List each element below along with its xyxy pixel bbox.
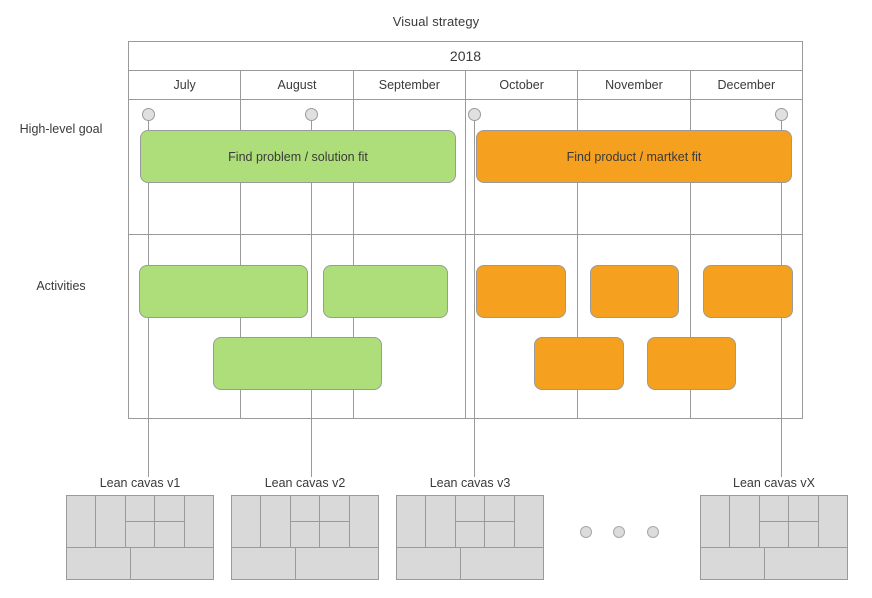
timeline-month-cell: July xyxy=(129,71,242,99)
lean-canvas-cell xyxy=(789,496,818,523)
lean-canvas-cell-split xyxy=(155,496,185,548)
activity-bar[interactable] xyxy=(139,265,308,318)
timeline-year-header: 2018 xyxy=(129,42,802,71)
lean-canvas-cell xyxy=(320,496,349,523)
lean-canvas-bottom-row xyxy=(232,547,378,579)
lean-canvas-cell xyxy=(426,496,456,548)
row-label-activities: Activities xyxy=(36,279,86,293)
goal-bar[interactable]: Find problem / solution fit xyxy=(140,130,456,183)
lean-canvas-cell xyxy=(515,496,543,547)
timeline-grid-cell xyxy=(466,235,579,418)
lean-canvas-cell xyxy=(456,522,484,547)
lean-canvas-cell xyxy=(455,496,485,523)
timeline-month-cell: November xyxy=(578,71,691,99)
visual-strategy-diagram: Visual strategy High-level goal Activiti… xyxy=(0,0,872,598)
goal-bar[interactable]: Find product / martket fit xyxy=(476,130,792,183)
lean-canvas-cell xyxy=(485,496,514,523)
lean-canvas-top-row xyxy=(232,496,378,548)
lean-canvas-cell xyxy=(67,548,132,579)
timeline-month-cell: August xyxy=(241,71,354,99)
lean-canvas-top-row xyxy=(397,496,543,548)
lean-canvas-cell xyxy=(350,496,378,547)
ellipsis-dot-icon xyxy=(647,526,659,538)
milestone-dot[interactable] xyxy=(775,108,788,121)
lean-canvas-title: Lean cavas vX xyxy=(733,476,815,490)
timeline-month-cell: December xyxy=(717,78,776,92)
lean-canvas-cell xyxy=(261,496,291,548)
lean-canvas-cell xyxy=(701,548,766,579)
lean-canvas-cell xyxy=(67,496,97,548)
timeline-month-cell: October xyxy=(466,71,579,99)
lean-canvas-cell xyxy=(765,548,847,579)
lean-canvas-cell-split xyxy=(320,496,350,548)
lean-canvas-thumbnail[interactable] xyxy=(396,495,544,580)
ellipsis-dot-icon xyxy=(613,526,625,538)
lean-canvas-cell xyxy=(232,496,262,548)
lean-canvas-cell xyxy=(397,548,462,579)
lean-canvas-bottom-row xyxy=(701,547,847,579)
lean-canvas-cell xyxy=(291,522,319,547)
activity-band xyxy=(129,235,802,418)
lean-canvas-cell-split xyxy=(485,496,515,548)
timeline-grid-cell xyxy=(691,235,802,418)
lean-canvas-cell xyxy=(701,496,731,548)
lean-canvas-cell xyxy=(185,496,213,547)
goal-bar-label: Find product / martket fit xyxy=(566,149,702,164)
timeline-grid-cell xyxy=(241,235,354,418)
activity-bar[interactable] xyxy=(590,265,679,318)
lean-canvas-cell xyxy=(96,496,126,548)
activity-bar[interactable] xyxy=(323,265,448,318)
lean-canvas-top-row xyxy=(701,496,847,548)
lean-canvas-cell xyxy=(759,496,789,523)
lean-canvas-bottom-row xyxy=(397,547,543,579)
page-title: Visual strategy xyxy=(392,14,480,29)
lean-canvas-cell xyxy=(155,522,183,547)
lean-canvas-thumbnail[interactable] xyxy=(700,495,848,580)
milestone-dot[interactable] xyxy=(468,108,481,121)
lean-canvas-thumbnail[interactable] xyxy=(66,495,214,580)
activity-bar[interactable] xyxy=(534,337,624,390)
lean-canvas-title: Lean cavas v1 xyxy=(99,476,181,490)
lean-canvas-thumbnail[interactable] xyxy=(231,495,379,580)
lean-canvas-cell xyxy=(290,496,320,523)
milestone-dot[interactable] xyxy=(305,108,318,121)
lean-canvas-cell xyxy=(397,496,427,548)
lean-canvas-cell xyxy=(296,548,378,579)
lean-canvas-cell xyxy=(485,522,513,547)
milestone-line xyxy=(474,118,475,477)
activity-bar[interactable] xyxy=(476,265,566,318)
timeline-grid-cell xyxy=(578,235,691,418)
milestone-dot[interactable] xyxy=(142,108,155,121)
timeline-month-cell: September xyxy=(354,71,466,99)
lean-canvas-top-row xyxy=(67,496,213,548)
lean-canvas-cell-split xyxy=(290,496,321,548)
lean-canvas-cell-split xyxy=(455,496,486,548)
lean-canvas-cell xyxy=(125,496,155,523)
goal-bar-label: Find problem / solution fit xyxy=(228,149,368,164)
lean-canvas-cell xyxy=(730,496,760,548)
lean-canvas-cell-split xyxy=(789,496,819,548)
lean-canvas-cell xyxy=(320,522,348,547)
activity-bar[interactable] xyxy=(647,337,736,390)
activity-bar[interactable] xyxy=(703,265,793,318)
lean-canvas-title: Lean cavas v2 xyxy=(264,476,346,490)
lean-canvas-cell xyxy=(126,522,154,547)
lean-canvas-cell xyxy=(760,522,788,547)
lean-canvas-title: Lean cavas v3 xyxy=(429,476,511,490)
timeline-grid-cell xyxy=(354,235,466,418)
lean-canvas-cell xyxy=(232,548,297,579)
row-label-high-level-goal: High-level goal xyxy=(19,122,103,136)
lean-canvas-cell-split xyxy=(125,496,156,548)
lean-canvas-cell xyxy=(131,548,213,579)
lean-canvas-cell-split xyxy=(759,496,790,548)
ellipsis-dot-icon xyxy=(580,526,592,538)
lean-canvas-cell xyxy=(461,548,543,579)
timeline-grid-cell xyxy=(129,235,242,418)
lean-canvas-cell xyxy=(789,522,817,547)
lean-canvas-bottom-row xyxy=(67,547,213,579)
timeline-month-header: July August September October November Decemb… xyxy=(129,71,802,100)
activity-bar[interactable] xyxy=(213,337,382,390)
lean-canvas-cell xyxy=(155,496,184,523)
lean-canvas-cell xyxy=(819,496,847,547)
